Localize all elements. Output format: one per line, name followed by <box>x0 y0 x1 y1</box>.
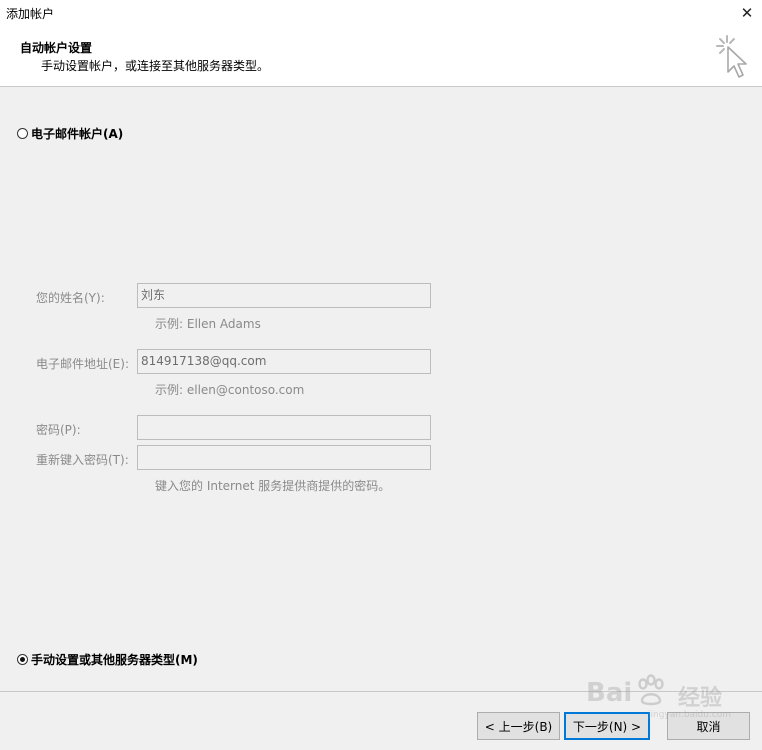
watermark-brand: Bai <box>586 678 633 708</box>
name-hint: 示例: Ellen Adams <box>155 317 261 331</box>
wizard-cursor-icon <box>716 35 747 78</box>
password-label: 密码(P): <box>36 423 81 437</box>
back-button[interactable]: < 上一步(B) <box>477 712 560 740</box>
retype-password-input[interactable] <box>137 445 431 470</box>
password-input[interactable] <box>137 415 431 440</box>
name-input[interactable]: 刘东 <box>137 283 431 308</box>
manual-setup-radio[interactable] <box>17 654 28 665</box>
email-input[interactable]: 814917138@qq.com <box>137 349 431 374</box>
email-account-radio[interactable] <box>17 128 28 139</box>
name-label: 您的姓名(Y): <box>36 291 105 305</box>
next-button[interactable]: 下一步(N) > <box>564 712 650 740</box>
manual-setup-option[interactable]: 手动设置或其他服务器类型(M) <box>17 651 198 668</box>
window-title: 添加帐户 <box>6 7 55 21</box>
page-title: 自动帐户设置 <box>20 41 93 55</box>
watermark-cn: 经验 <box>678 686 723 711</box>
cancel-button[interactable]: 取消 <box>667 712 750 740</box>
manual-setup-label: 手动设置或其他服务器类型(M) <box>31 653 198 667</box>
password-hint: 键入您的 Internet 服务提供商提供的密码。 <box>155 479 391 493</box>
title-bar: 添加帐户 ✕ <box>0 0 762 26</box>
footer-divider <box>0 691 762 692</box>
page-subtitle: 手动设置帐户，或连接至其他服务器类型。 <box>41 59 270 73</box>
close-icon[interactable]: ✕ <box>732 0 762 26</box>
email-account-label: 电子邮件帐户(A) <box>31 127 124 141</box>
email-label: 电子邮件地址(E): <box>36 357 129 371</box>
email-account-option[interactable]: 电子邮件帐户(A) <box>17 125 123 142</box>
retype-password-label: 重新键入密码(T): <box>36 453 129 467</box>
email-hint: 示例: ellen@contoso.com <box>155 383 305 397</box>
wizard-header: 自动帐户设置 手动设置帐户，或连接至其他服务器类型。 <box>0 26 762 87</box>
